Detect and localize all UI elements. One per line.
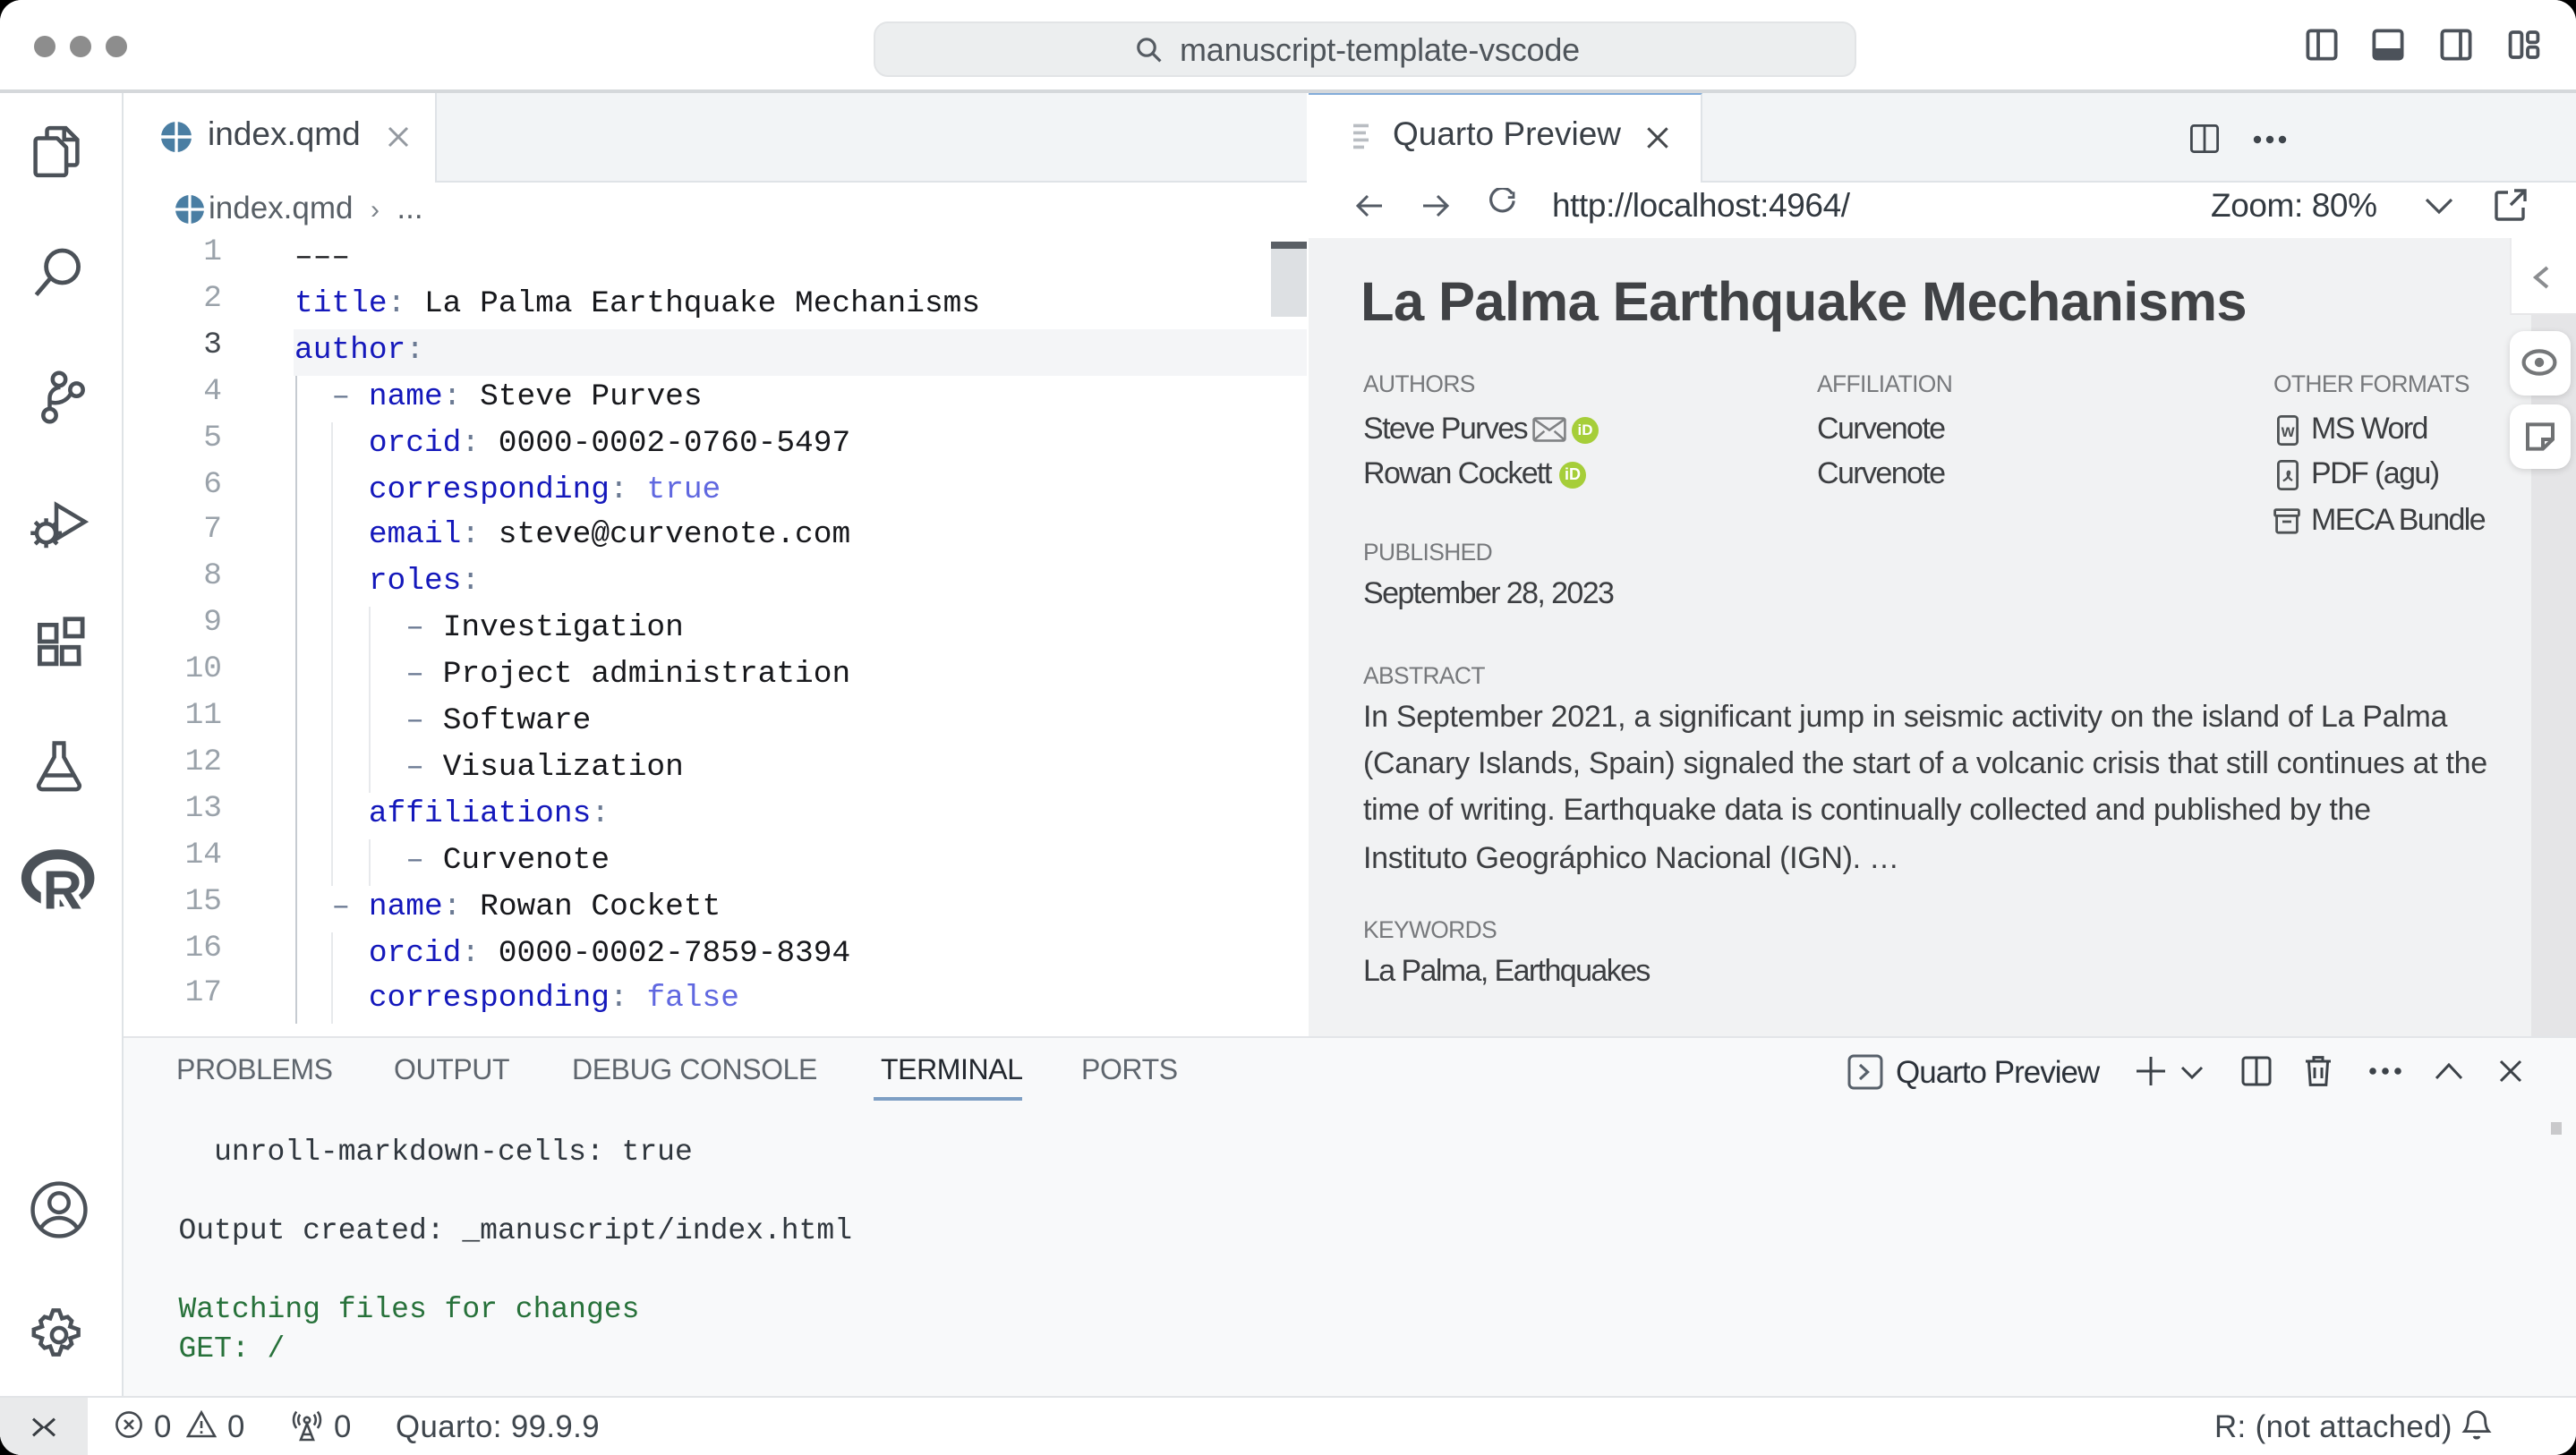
svg-text:w: w	[2280, 421, 2294, 440]
svg-text:R: R	[43, 858, 82, 920]
